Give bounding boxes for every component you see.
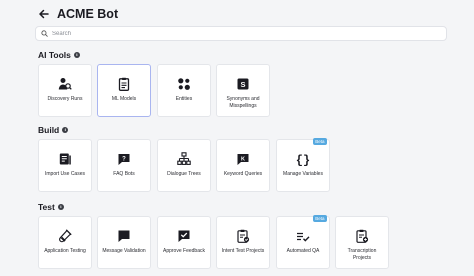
section-test-title: Test i: [38, 202, 64, 212]
card-approve-feedback[interactable]: Approve Feedback: [157, 216, 211, 269]
section-title-text: Test: [38, 202, 55, 212]
card-label: Discovery Runs: [47, 96, 83, 102]
search-input[interactable]: [52, 30, 432, 37]
svg-text:?: ?: [122, 157, 126, 163]
card-dialogue-trees[interactable]: Dialogue Trees: [157, 139, 211, 192]
synonyms-icon: S: [236, 77, 250, 91]
import-icon: [58, 152, 72, 166]
section-build-title: Build i: [38, 125, 69, 135]
back-arrow-icon[interactable]: [36, 6, 52, 22]
card-label: Synonyms and Misspellings: [226, 96, 260, 109]
discovery-icon: [58, 77, 72, 91]
card-label: ML Models: [111, 96, 137, 102]
card-faq-bots[interactable]: ? FAQ Bots: [97, 139, 151, 192]
card-label: Import Use Cases: [44, 171, 85, 177]
search-bar[interactable]: [35, 26, 447, 41]
info-icon[interactable]: i: [62, 127, 69, 133]
card-label: Transcription Projects: [347, 248, 377, 261]
card-application-testing[interactable]: Application Testing: [38, 216, 92, 269]
card-label: Dialogue Trees: [167, 171, 201, 177]
section-ai-tools-title: AI Tools i: [38, 50, 80, 60]
test-tube-icon: [58, 229, 72, 243]
card-label: Approve Feedback: [163, 248, 205, 254]
card-automated-qa[interactable]: Beta Automated QA: [276, 215, 330, 269]
card-label: Keyword Queries: [223, 171, 263, 177]
tree-icon: [177, 152, 191, 166]
card-import-use-cases[interactable]: Import Use Cases: [38, 139, 92, 192]
section-title-text: AI Tools: [38, 50, 71, 60]
card-entities[interactable]: Entities: [157, 64, 211, 117]
card-intent-test-projects[interactable]: Intent Test Projects: [216, 216, 270, 269]
header: ACME Bot: [0, 0, 474, 28]
intent-test-icon: [236, 229, 250, 243]
card-label: Message Validation: [102, 248, 146, 254]
card-keyword-queries[interactable]: K Keyword Queries: [216, 139, 270, 192]
card-label: Application Testing: [44, 248, 86, 254]
card-manage-variables[interactable]: Beta {} Manage Variables: [276, 138, 330, 192]
svg-text:{}: {}: [296, 154, 310, 167]
svg-text:K: K: [241, 157, 245, 163]
message-icon: [117, 229, 131, 243]
transcription-icon: [355, 229, 369, 243]
card-message-validation[interactable]: Message Validation: [97, 216, 151, 269]
search-icon: [41, 30, 48, 37]
card-ml-models[interactable]: ML Models: [97, 64, 151, 117]
entities-icon: [177, 77, 191, 91]
faq-bot-icon: ?: [117, 152, 131, 166]
approve-icon: [177, 229, 191, 243]
card-synonyms[interactable]: S Synonyms and Misspellings: [216, 64, 270, 117]
card-label: Automated QA: [286, 248, 320, 254]
automated-qa-icon: [296, 229, 310, 243]
svg-text:S: S: [240, 80, 245, 89]
card-discovery-runs[interactable]: Discovery Runs: [38, 64, 92, 117]
card-label: Entities: [175, 96, 193, 102]
info-icon[interactable]: i: [73, 52, 80, 58]
card-transcription-projects[interactable]: Transcription Projects: [335, 216, 389, 269]
clipboard-icon: [117, 77, 131, 91]
card-label: Manage Variables: [283, 171, 323, 177]
beta-badge: Beta: [312, 215, 327, 222]
card-label: Intent Test Projects: [221, 248, 265, 254]
keyword-icon: K: [236, 152, 250, 166]
info-icon[interactable]: i: [57, 204, 64, 210]
page-title: ACME Bot: [57, 7, 119, 21]
beta-badge: Beta: [312, 138, 327, 145]
card-label: FAQ Bots: [113, 171, 135, 177]
braces-icon: {}: [296, 152, 310, 167]
section-title-text: Build: [38, 125, 60, 135]
